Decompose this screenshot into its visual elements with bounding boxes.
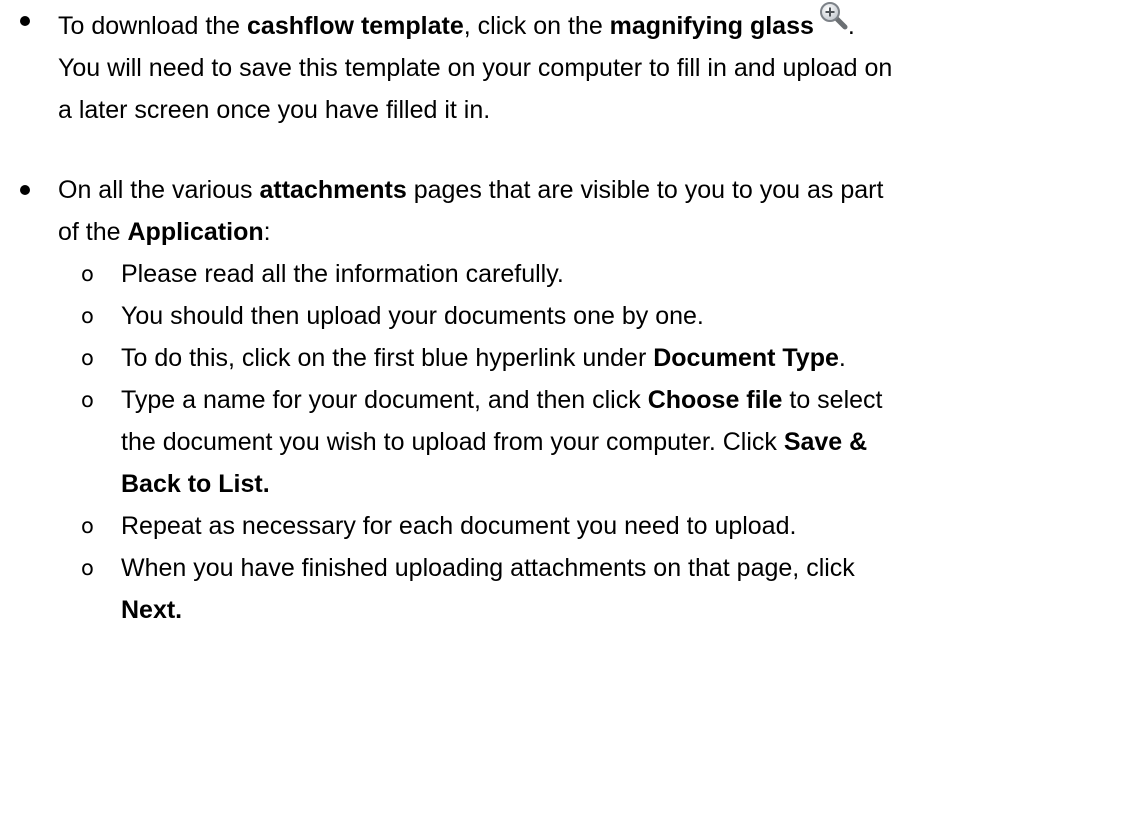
bullet-line: of the Application: bbox=[58, 211, 1118, 253]
sub-item-upload-one-by-one: o You should then upload your documents … bbox=[58, 295, 1118, 337]
text: Type a name for your document, and then … bbox=[121, 386, 648, 414]
text: pages that are visible to you to you as … bbox=[406, 176, 884, 204]
text: . bbox=[847, 12, 855, 40]
bold-choose-file: Choose file bbox=[647, 386, 783, 414]
bullet-download-template: To download the cashflow template, click… bbox=[20, 0, 1118, 131]
bold-cashflow-template: cashflow template bbox=[247, 12, 464, 40]
sub-item-click-next: o When you have finished uploading attac… bbox=[58, 547, 1118, 631]
bold-application: Application bbox=[127, 218, 264, 246]
bullet-line: To download the cashflow template, click… bbox=[58, 0, 1118, 47]
sub-marker: o bbox=[81, 304, 94, 328]
bullet-dot bbox=[20, 185, 30, 195]
bold-attachments: attachments bbox=[259, 176, 407, 204]
sub-item-type-name: o Type a name for your document, and the… bbox=[58, 379, 1118, 505]
text: Repeat as necessary for each document yo… bbox=[121, 512, 797, 540]
text: . bbox=[838, 344, 846, 372]
sub-marker: o bbox=[81, 262, 94, 286]
text: : bbox=[263, 218, 271, 246]
text: a later screen once you have filled it i… bbox=[58, 96, 491, 124]
text: Please read all the information carefull… bbox=[121, 260, 564, 288]
text: When you have finished uploading attachm… bbox=[121, 554, 855, 582]
bold-save: Save & bbox=[783, 428, 868, 456]
bullet-line: On all the various attachments pages tha… bbox=[58, 169, 1118, 211]
sub-marker: o bbox=[81, 388, 94, 412]
text: You should then upload your documents on… bbox=[121, 302, 704, 330]
sub-item-repeat: o Repeat as necessary for each document … bbox=[58, 505, 1118, 547]
bold-next: Next. bbox=[121, 596, 183, 624]
text: to select bbox=[782, 386, 883, 414]
bold-back-to-list: Back to List. bbox=[121, 470, 270, 498]
instructions-page: To download the cashflow template, click… bbox=[0, 0, 1131, 814]
sub-marker: o bbox=[81, 556, 94, 580]
text: of the bbox=[58, 218, 128, 246]
bullet-line: a later screen once you have filled it i… bbox=[58, 89, 1118, 131]
text: the document you wish to upload from you… bbox=[121, 428, 784, 456]
text: To do this, click on the first blue hype… bbox=[121, 344, 654, 372]
bullet-attachments: On all the various attachments pages tha… bbox=[20, 169, 1118, 631]
magnifying-glass-icon bbox=[818, 0, 848, 30]
text: On all the various bbox=[58, 176, 260, 204]
sub-item-read-info: o Please read all the information carefu… bbox=[58, 253, 1118, 295]
bold-magnifying-glass: magnifying glass bbox=[609, 12, 814, 40]
bullet-dot bbox=[20, 16, 30, 26]
bold-document-type: Document Type bbox=[653, 344, 839, 372]
sub-marker: o bbox=[81, 514, 94, 538]
text: To download the bbox=[58, 12, 248, 40]
text: You will need to save this template on y… bbox=[58, 54, 893, 82]
text: , click on the bbox=[463, 12, 610, 40]
sub-marker: o bbox=[81, 346, 94, 370]
sub-list: o Please read all the information carefu… bbox=[58, 253, 1118, 631]
sub-item-click-hyperlink: o To do this, click on the first blue hy… bbox=[58, 337, 1118, 379]
bullet-line: You will need to save this template on y… bbox=[58, 47, 1118, 89]
